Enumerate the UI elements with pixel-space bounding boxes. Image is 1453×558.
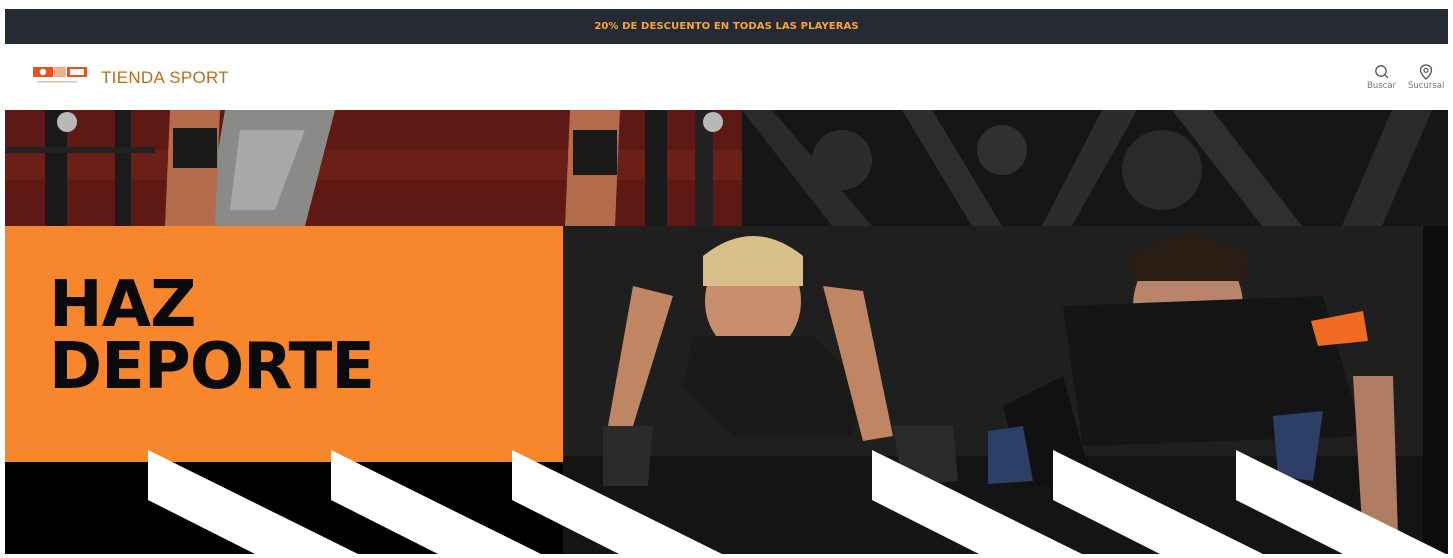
search-label: Buscar xyxy=(1367,81,1397,91)
branch-label: Sucursal xyxy=(1408,81,1445,91)
branch-button[interactable]: Sucursal xyxy=(1408,64,1444,91)
search-icon xyxy=(1374,65,1388,79)
announcement-text: 20% DE DESCUENTO EN TODAS LAS PLAYERAS xyxy=(594,21,859,32)
soccer-ball-icon xyxy=(39,68,47,76)
stripe xyxy=(1236,450,1446,554)
hero-banner[interactable]: HAZ DEPORTE xyxy=(5,110,1448,554)
logo[interactable] xyxy=(33,67,95,89)
search-button[interactable]: Buscar xyxy=(1367,64,1396,91)
brand-name[interactable]: TIENDA SPORT xyxy=(101,68,229,88)
location-pin-icon xyxy=(1420,64,1433,80)
page-frame: 20% DE DESCUENTO EN TODAS LAS PLAYERAS T… xyxy=(5,9,1448,554)
stripe xyxy=(331,450,541,554)
site-header: TIENDA SPORT Buscar Sucursal xyxy=(5,44,1448,110)
stripe xyxy=(1053,450,1263,554)
diagonal-stripes xyxy=(148,450,1446,554)
announcement-bar: 20% DE DESCUENTO EN TODAS LAS PLAYERAS xyxy=(5,9,1448,44)
stripe xyxy=(872,450,1082,554)
stripe xyxy=(512,450,722,554)
stripe xyxy=(148,450,358,554)
